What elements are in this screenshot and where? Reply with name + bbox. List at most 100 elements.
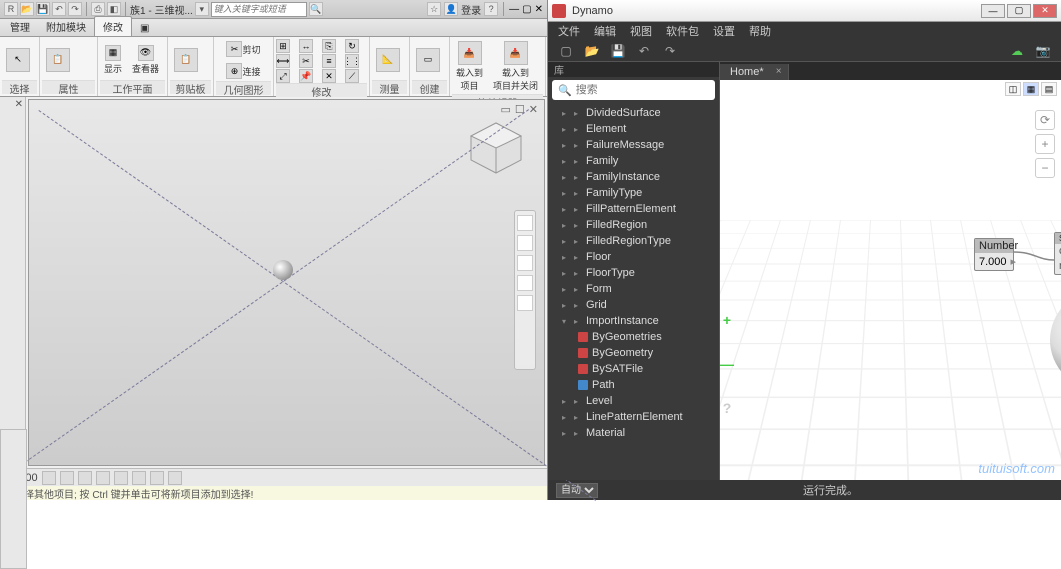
expand-icon[interactable]: ▸ (562, 253, 570, 262)
expand-icon[interactable]: ▸ (562, 109, 570, 118)
help-icon[interactable]: ? (484, 2, 498, 16)
expand-icon[interactable]: ▸ (562, 125, 570, 134)
status-icon[interactable] (60, 471, 74, 485)
status-icon[interactable] (132, 471, 146, 485)
run-mode-select[interactable]: 自动 (556, 483, 598, 498)
tree-item[interactable]: ▸▸FillPatternElement (548, 201, 719, 217)
viewcube[interactable] (466, 118, 526, 178)
tab-home[interactable]: Home*× (720, 64, 789, 80)
tree-item[interactable]: ▸▸Level (548, 393, 719, 409)
fit-icon[interactable]: ⟳ (1035, 110, 1055, 130)
expand-icon[interactable]: ▸ (562, 413, 570, 422)
copy-icon[interactable]: ⎘ (322, 39, 336, 53)
load-project-button[interactable]: 📥载入到 项目 (452, 39, 487, 94)
status-icon[interactable] (42, 471, 56, 485)
split-icon[interactable]: ⟋ (345, 69, 359, 83)
tree-item[interactable]: ▸▸FamilyType (548, 185, 719, 201)
menu-help[interactable]: 帮助 (749, 23, 771, 39)
nav-orbit-icon[interactable] (517, 275, 533, 291)
redo-icon[interactable]: ↷ (68, 2, 82, 16)
tree-item[interactable]: ▸▸Floor (548, 249, 719, 265)
sphere-geometry[interactable] (273, 260, 293, 280)
tree-item[interactable]: ▸▸Grid (548, 297, 719, 313)
redo-icon[interactable]: ↷ (662, 43, 678, 59)
trim-icon[interactable]: ✂ (299, 54, 313, 68)
pin-icon[interactable]: 📌 (299, 69, 313, 83)
status-icon[interactable] (150, 471, 164, 485)
expand-icon[interactable]: ▸ (562, 189, 570, 198)
paste-button[interactable]: 📋 (170, 46, 202, 74)
close-icon[interactable]: ✕ (15, 99, 23, 110)
add-icon[interactable]: + (720, 312, 734, 326)
undo-icon[interactable]: ↶ (52, 2, 66, 16)
expand-icon[interactable]: ▸ (562, 141, 570, 150)
tree-item[interactable]: ▸▸FamilyInstance (548, 169, 719, 185)
user-icon[interactable]: 👤 (444, 2, 458, 16)
node-sphere[interactable]: Sphere.ByCenterPointRadius centerPointSp… (1054, 232, 1061, 275)
tree-item[interactable]: ▸▸LinePatternElement (548, 409, 719, 425)
tree-item[interactable]: ▸▸Form (548, 281, 719, 297)
dropdown-icon[interactable]: ▾ (195, 2, 209, 16)
mirror-icon[interactable]: ⟷ (276, 54, 290, 68)
close-icon[interactable]: ✕ (535, 4, 543, 15)
port-out-icon[interactable]: ▸ (1011, 255, 1017, 268)
tree-item[interactable]: ▾▸ImportInstance (548, 313, 719, 329)
maximize-icon[interactable]: ▢ (522, 4, 531, 15)
status-icon[interactable] (78, 471, 92, 485)
nav-pan-icon[interactable] (517, 235, 533, 251)
measure-button[interactable]: 📐 (372, 46, 404, 74)
load-close-button[interactable]: 📥载入到 项目并关闭 (489, 39, 542, 94)
open-icon[interactable]: 📂 (20, 2, 34, 16)
status-icon[interactable] (168, 471, 182, 485)
scale-icon[interactable]: ⤢ (276, 69, 290, 83)
array-icon[interactable]: ⋮⋮ (345, 54, 359, 68)
undo-icon[interactable]: ↶ (636, 43, 652, 59)
view-dropdown[interactable]: 族1 - 三维视... (130, 2, 193, 17)
zoom-in-icon[interactable]: + (1035, 134, 1055, 154)
export-icon[interactable]: ☁ (1009, 43, 1025, 59)
tree-subitem[interactable]: ByGeometries (548, 329, 719, 345)
menu-settings[interactable]: 设置 (713, 23, 735, 39)
status-icon[interactable] (114, 471, 128, 485)
move-icon[interactable]: ↔ (299, 39, 313, 53)
properties-button[interactable]: 📋 (42, 46, 74, 74)
create-button[interactable]: ▭ (412, 46, 444, 74)
rotate-icon[interactable]: ↻ (345, 39, 359, 53)
tab-manage[interactable]: 管理 (2, 17, 38, 36)
expand-icon[interactable]: ▸ (562, 301, 570, 310)
view-icon[interactable]: ◫ (1005, 82, 1021, 96)
expand-icon[interactable]: ▸ (562, 269, 570, 278)
expand-icon[interactable]: ▸ (562, 173, 570, 182)
expand-icon[interactable]: ▸ (562, 157, 570, 166)
search-icon[interactable]: 🔍 (309, 2, 323, 16)
show-button[interactable]: ▦显示 (100, 43, 126, 77)
menu-edit[interactable]: 编辑 (594, 23, 616, 39)
tree-item[interactable]: ▸▸Material (548, 425, 719, 441)
view-icon[interactable]: ▦ (1023, 82, 1039, 96)
app-menu-icon[interactable]: R (4, 2, 18, 16)
tree-item[interactable]: ▸▸FloorType (548, 265, 719, 281)
help-icon[interactable]: ? (720, 400, 734, 414)
join-button[interactable]: ⊕连接 (222, 61, 264, 81)
tree-item[interactable]: ▸▸Element (548, 121, 719, 137)
status-icon[interactable] (96, 471, 110, 485)
close-icon[interactable]: × (776, 66, 782, 77)
offset-icon[interactable]: ≡ (322, 54, 336, 68)
expand-icon[interactable]: ▾ (562, 317, 570, 326)
star-icon[interactable]: ☆ (427, 2, 441, 16)
expand-icon[interactable]: ▸ (562, 397, 570, 406)
tree-subitem[interactable]: BySATFile (548, 361, 719, 377)
expand-icon[interactable]: ▸ (562, 285, 570, 294)
menu-packages[interactable]: 软件包 (666, 23, 699, 39)
viewer-button[interactable]: 👁查看器 (128, 43, 163, 77)
tree-item[interactable]: ▸▸Family (548, 153, 719, 169)
delete-icon[interactable]: ✕ (322, 69, 336, 83)
expand-icon[interactable]: ▸ (562, 429, 570, 438)
menu-file[interactable]: 文件 (558, 23, 580, 39)
dynamo-canvas[interactable]: ◫ ▦ ▤ ⟳ + − Number 7.000▸ Sphere.ByCent (720, 80, 1061, 480)
save-icon[interactable]: 💾 (610, 43, 626, 59)
maximize-button[interactable]: ▢ (1007, 4, 1031, 18)
properties-palette-collapsed[interactable] (0, 429, 27, 569)
tree-item[interactable]: ▸▸FilledRegion (548, 217, 719, 233)
view-icon[interactable]: ▤ (1041, 82, 1057, 96)
